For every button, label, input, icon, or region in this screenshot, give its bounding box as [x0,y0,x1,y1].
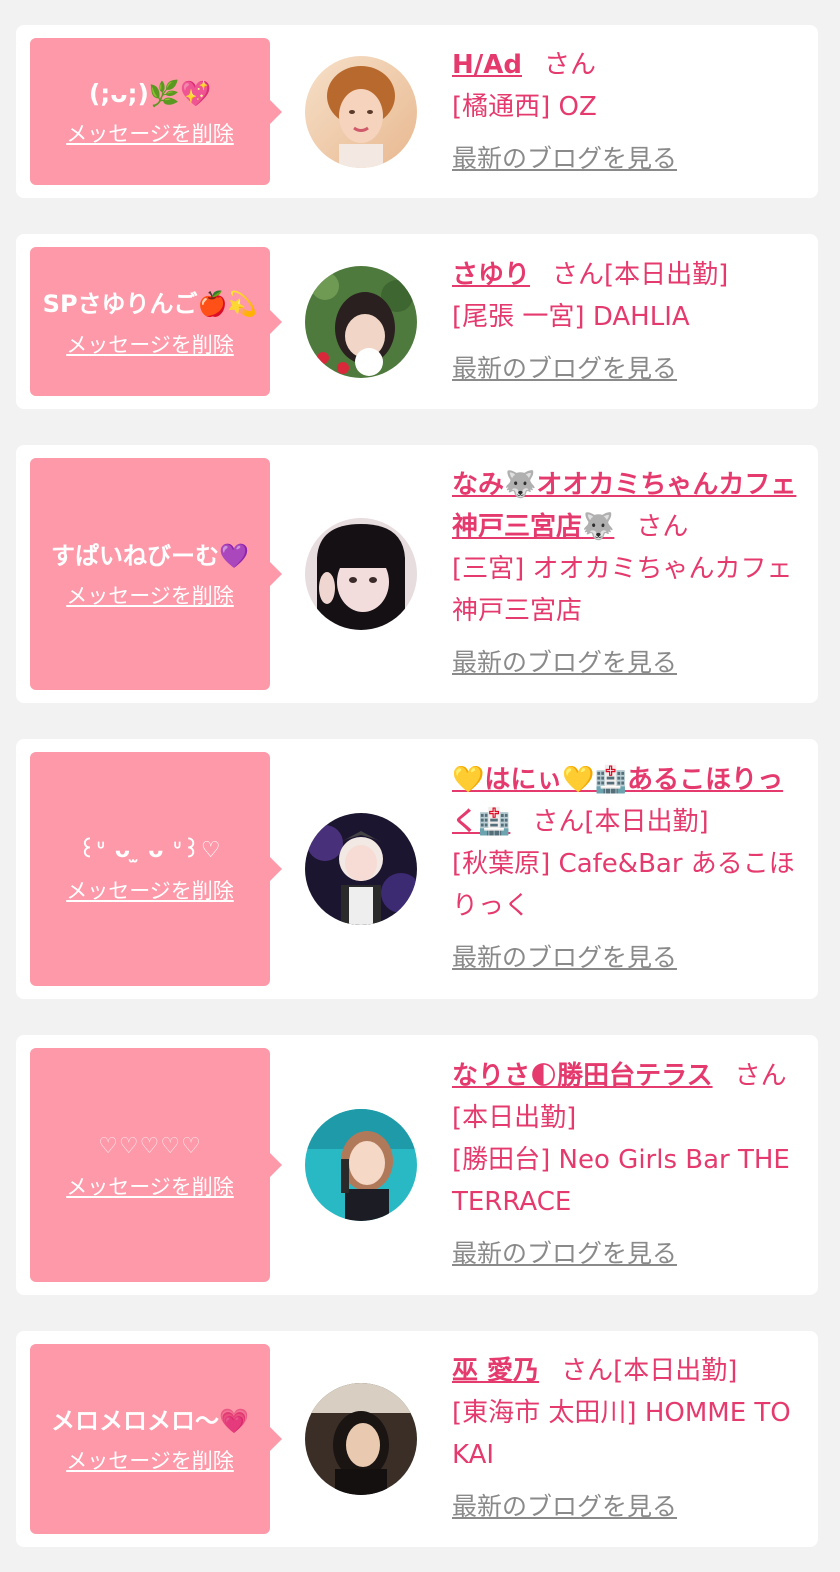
message-bubble: ꒰ᐡ ᴗ ̫ ᴗ ᐡ꒱♡ メッセージを削除 [30,752,282,986]
message-bubble: SPさゆりんご🍎💫 メッセージを削除 [30,247,282,396]
shop-name: [尾張 一宮] DAHLIA [452,301,690,332]
latest-blog-link[interactable]: 最新のブログを見る [452,1233,802,1275]
name-suffix: さん[本日出勤] [552,259,729,290]
cast-info: なりさ🌓勝田台テラス さん[本日出勤] [勝田台] Neo Girls Bar T… [452,1048,818,1282]
name-suffix: さん [636,512,689,542]
cast-name-link[interactable]: 巫 愛乃 [452,1356,539,1386]
cast-info: さゆり さん[本日出勤] [尾張 一宮] DAHLIA 最新のブログを見る [452,247,818,396]
cast-name-link[interactable]: H/Ad [452,50,522,80]
latest-blog-link[interactable]: 最新のブログを見る [452,937,802,979]
latest-blog-link[interactable]: 最新のブログを見る [452,642,802,684]
cast-info: H/Ad さん [橘通西] OZ 最新のブログを見る [452,38,818,185]
cast-info: なみ🐺オオカミちゃんカフェ神戸三宮店🐺 さん [三宮] オオカミちゃんカフェ神戸三… [452,458,818,690]
shop-name: [東海市 太田川] HOMME TOKAI [452,1398,791,1470]
shop-name: [橘通西] OZ [452,91,597,122]
favorites-list: (;ᴗ;)🌿💖 メッセージを削除 H/Ad さん [橘通西] OZ 最新のブログを… [0,0,840,1547]
latest-blog-link[interactable]: 最新のブログを見る [452,138,802,180]
delete-message-button[interactable]: メッセージを削除 [66,580,234,610]
avatar[interactable] [305,55,417,168]
shop-name: [三宮] オオカミちゃんカフェ神戸三宮店 [452,554,793,626]
cast-name-link[interactable]: なりさ🌓勝田台テラス [452,1061,713,1091]
avatar[interactable] [305,1109,417,1221]
message-text: メロメロメロ〜💗 [51,1407,249,1435]
message-bubble: (;ᴗ;)🌿💖 メッセージを削除 [30,38,282,185]
avatar[interactable] [305,1383,417,1495]
name-suffix: さん[本日出勤] [561,1356,738,1386]
shop-name: [勝田台] Neo Girls Bar THE TERRACE [452,1145,790,1217]
delete-message-button[interactable]: メッセージを削除 [66,1171,234,1201]
name-line: なみ🐺オオカミちゃんカフェ神戸三宮店🐺 さん [452,464,802,548]
delete-message-button[interactable]: メッセージを削除 [66,875,234,905]
name-suffix: さん [544,49,597,80]
list-item: ♡♡♡♡♡ メッセージを削除 なりさ🌓勝田台テラス さん[本日出勤] [勝田台] … [16,1035,818,1295]
message-text: SPさゆりんご🍎💫 [42,289,258,318]
shop-name: [秋葉原] Cafe&Bar あるこほりっく [452,849,795,921]
avatar[interactable] [305,813,417,925]
latest-blog-link[interactable]: 最新のブログを見る [452,1486,802,1528]
avatar[interactable] [305,518,417,630]
message-text: ꒰ᐡ ᴗ ̫ ᴗ ᐡ꒱♡ [78,838,222,863]
name-line: H/Ad さん [452,44,802,86]
list-item: SPさゆりんご🍎💫 メッセージを削除 さゆり さん[本日出勤] [尾張 一宮] D… [16,234,818,409]
message-text: すぱいねびーむ💜 [51,542,249,570]
list-item: すぱいねびーむ💜 メッセージを削除 なみ🐺オオカミちゃんカフェ神戸三宮店🐺 さん … [16,445,818,703]
cast-name-link[interactable]: さゆり [452,260,530,290]
avatar-container [270,1048,452,1282]
message-text: (;ᴗ;)🌿💖 [88,78,212,108]
message-bubble: ♡♡♡♡♡ メッセージを削除 [30,1048,282,1282]
delete-message-button[interactable]: メッセージを削除 [66,118,234,148]
name-line: 巫 愛乃 さん[本日出勤] [452,1350,802,1392]
avatar-container [270,458,452,690]
list-item: (;ᴗ;)🌿💖 メッセージを削除 H/Ad さん [橘通西] OZ 最新のブログを… [16,25,818,198]
avatar-container [270,752,452,986]
message-bubble: すぱいねびーむ💜 メッセージを削除 [30,458,282,690]
message-text: ♡♡♡♡♡ [98,1134,202,1159]
list-item: ꒰ᐡ ᴗ ̫ ᴗ ᐡ꒱♡ メッセージを削除 💛はにぃ💛🏥あるこほりっく🏥 さん[本… [16,739,818,999]
name-line: さゆり さん[本日出勤] [452,254,802,296]
name-suffix: さん[本日出勤] [532,807,709,837]
delete-message-button[interactable]: メッセージを削除 [66,1445,234,1475]
name-line: 💛はにぃ💛🏥あるこほりっく🏥 さん[本日出勤] [452,759,802,843]
latest-blog-link[interactable]: 最新のブログを見る [452,348,802,390]
message-bubble: メロメロメロ〜💗 メッセージを削除 [30,1344,282,1534]
name-line: なりさ🌓勝田台テラス さん[本日出勤] [452,1055,802,1139]
cast-info: 💛はにぃ💛🏥あるこほりっく🏥 さん[本日出勤] [秋葉原] Cafe&Bar ある… [452,752,818,986]
avatar-container [270,1344,452,1534]
delete-message-button[interactable]: メッセージを削除 [66,329,234,359]
list-item: メロメロメロ〜💗 メッセージを削除 巫 愛乃 さん[本日出勤] [東海市 太田川]… [16,1331,818,1547]
cast-name-link[interactable]: なみ🐺オオカミちゃんカフェ神戸三宮店🐺 [452,470,796,542]
avatar-container [270,38,452,185]
avatar-container [270,247,452,396]
avatar[interactable] [305,265,417,378]
cast-info: 巫 愛乃 さん[本日出勤] [東海市 太田川] HOMME TOKAI 最新のブロ… [452,1344,818,1534]
